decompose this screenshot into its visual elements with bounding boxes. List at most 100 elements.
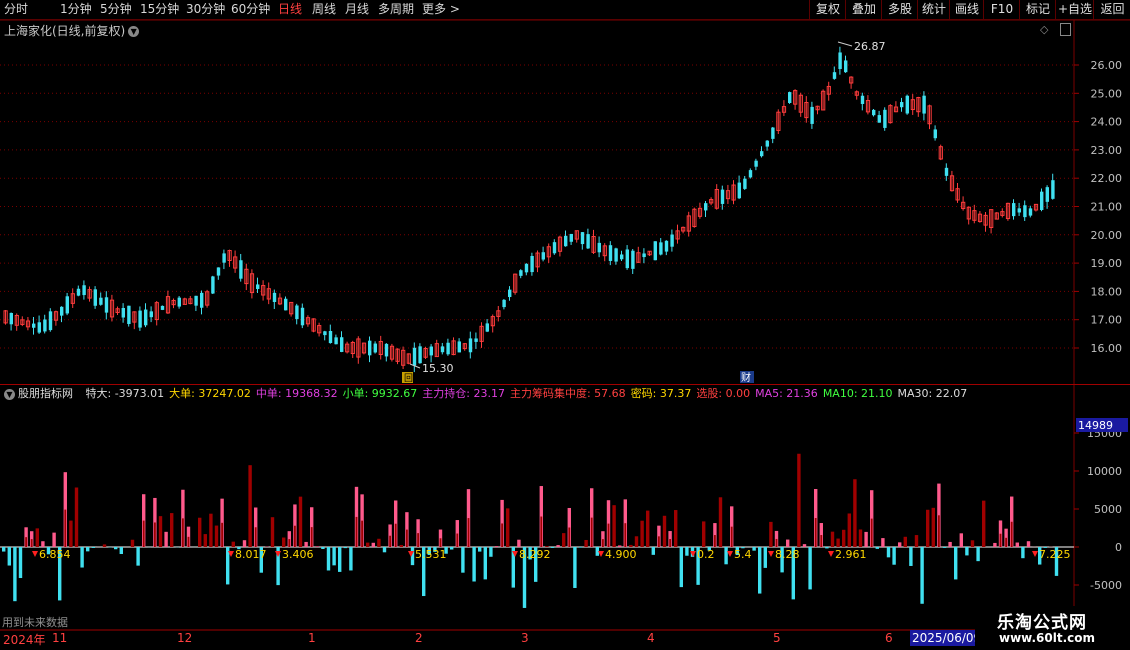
signal-arrow-icon [32,551,38,557]
positive-bar [993,542,997,547]
watermark-url: www.60lt.com [999,631,1096,645]
candle-body [323,331,327,336]
positive-bar [830,531,835,547]
indicator-axis-label: 10000 [1087,465,1122,478]
candle-body [877,115,881,123]
negative-bar [450,547,454,550]
candle-body [922,95,926,114]
candle-body [844,60,848,73]
inner-bar [540,516,543,547]
candle-body [93,289,97,306]
candle-body [216,267,221,276]
date-axis: 2024年 11 12 1 2 3 4 5 6 2025/06/09/ [0,630,1130,650]
diamond-icon[interactable]: ◇ [1040,23,1048,36]
candle-body [149,311,153,318]
negative-bar [651,547,655,555]
candle-body [883,109,887,128]
indicator-item: MA5: 21.36 [755,387,818,400]
positive-bar [494,546,499,547]
panel-toggle-icon[interactable] [1060,23,1071,36]
inner-bar [999,533,1002,547]
positive-bar [931,507,935,547]
candle-body [552,242,557,254]
candle-body [37,322,41,333]
candle-body [138,310,142,328]
price-axis-label: 17.00 [1091,314,1123,327]
inner-bar [501,523,503,547]
candle-body [642,253,646,258]
indicator-item: 主力筹码集中度: 57.68 [509,387,626,400]
positive-bar [517,539,521,547]
chevron-down-icon[interactable]: ▼ [128,26,140,37]
negative-bar [136,547,140,566]
positive-bar [847,513,851,547]
candle-body [384,343,389,357]
candle-body [905,95,909,114]
negative-bar [1021,547,1025,559]
signal-arrow-icon [1032,551,1038,557]
negative-bar [679,547,683,588]
positive-bar [898,542,902,547]
candle-body [284,298,288,311]
inner-bar [406,529,408,547]
inner-bar [182,518,184,547]
positive-bar [562,533,566,547]
indicator-name[interactable]: 股朋指标网 [18,387,73,400]
date-label: 5 [773,631,781,645]
positive-bar [203,534,207,547]
positive-bar [1015,542,1019,547]
signal-arrow-icon [828,551,834,557]
positive-bar [41,541,45,547]
indicator-axis-label: 5000 [1094,503,1122,516]
signal-arrow-icon [768,551,774,557]
positive-bar [769,521,773,547]
negative-bar [758,547,762,594]
candle-body [620,254,624,260]
positive-bar [702,521,706,547]
candle-body [222,253,226,263]
price-axis-label: 19.00 [1091,257,1123,270]
candle-body [1040,191,1044,211]
positive-bar [164,531,168,547]
positive-bar [130,539,135,547]
inner-bar [1010,521,1013,547]
negative-bar [550,547,555,548]
inner-bar [775,538,778,547]
candle-body [586,234,590,249]
negative-bar [825,547,829,549]
positive-bar [584,539,588,547]
positive-bar [853,479,857,547]
negative-bar [573,547,577,588]
candle-body [446,342,450,355]
kline-chart[interactable]: 6.854 8.017 3.406 5.531 8.292 4.900 0.2 5.4 8.28… [0,0,1130,650]
candle-body [328,330,333,344]
watermark-title: 乐淘公式网 [997,613,1087,633]
indicator-item: MA30: 22.07 [897,387,968,400]
inner-bar [389,535,391,547]
candle-body [765,140,769,147]
date-label: 1 [308,631,316,645]
inner-bar [355,516,358,547]
positive-bar [209,513,213,547]
signal-label: 8.017 [235,548,267,561]
future-data-note: 用到未来数据 [2,616,68,629]
candle-body [256,284,260,290]
negative-bar [685,547,689,556]
indicator-menu-icon[interactable]: ▼ [4,388,15,400]
stock-title-text: 上海家化(日线,前复权) [4,24,126,38]
candle-body [200,292,204,308]
signal-label: 6.854 [39,548,71,561]
inner-bar [25,537,27,547]
candle-body [625,249,629,269]
positive-bar [377,538,381,547]
candle-body [412,347,417,366]
candle-body [933,129,937,139]
candle-body [334,337,338,345]
high-pointer [837,41,853,47]
inner-bar [288,539,291,547]
candle-body [43,319,47,332]
positive-bar [282,537,286,547]
inner-bar [64,509,67,547]
candle-body [541,252,545,260]
negative-bar [382,547,387,553]
